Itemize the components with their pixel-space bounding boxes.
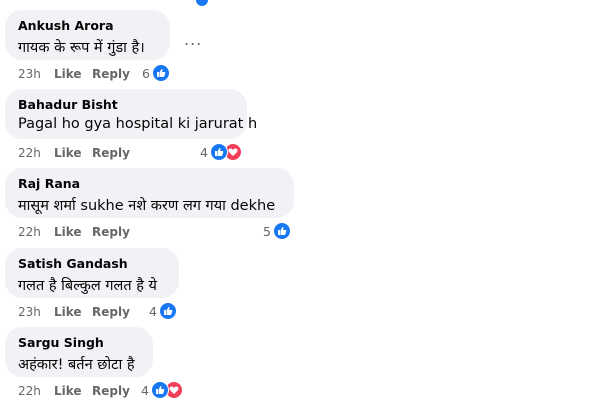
comment-bubble: Raj Rana मासूम शर्मा sukhe नशे करण लग गय… — [5, 168, 294, 218]
reaction-count: 4 — [149, 303, 157, 319]
comment-text: अहंकार! बर्तन छोटा है — [18, 357, 135, 373]
comment-author[interactable]: Ankush Arora — [18, 18, 114, 33]
comment-text: Pagal ho gya hospital ki jarurat h — [18, 116, 258, 132]
comment-author[interactable]: Satish Gandash — [18, 256, 128, 271]
comment-timestamp[interactable]: 23h — [18, 67, 41, 81]
like-reaction-icon — [150, 381, 169, 399]
like-reaction-icon — [272, 222, 291, 240]
reaction-summary[interactable]: 6 — [142, 64, 170, 82]
like-button[interactable]: Like — [54, 146, 82, 160]
like-button[interactable]: Like — [54, 67, 82, 81]
like-button[interactable]: Like — [54, 305, 82, 319]
comment-author[interactable]: Bahadur Bisht — [18, 97, 118, 112]
reply-button[interactable]: Reply — [92, 225, 130, 239]
comment-text: गायक के रूप में गुंडा है। — [18, 40, 145, 56]
like-reaction-icon — [158, 302, 177, 320]
reaction-count: 6 — [142, 65, 150, 81]
reaction-summary[interactable]: 5 — [263, 222, 291, 240]
more-options-icon[interactable]: ... — [184, 30, 202, 49]
like-icon — [196, 0, 208, 6]
reply-button[interactable]: Reply — [92, 146, 130, 160]
comment-timestamp[interactable]: 23h — [18, 305, 41, 319]
comment-bubble: Satish Gandash गलत है बिल्कुल गलत है ये — [5, 248, 179, 298]
comment-timestamp[interactable]: 22h — [18, 146, 41, 160]
comments-thread: Ankush Arora गायक के रूप में गुंडा है। .… — [0, 0, 600, 400]
like-reaction-icon — [151, 64, 170, 82]
like-button[interactable]: Like — [54, 225, 82, 239]
reaction-summary[interactable]: 4 — [141, 381, 183, 399]
reaction-count: 5 — [263, 223, 271, 239]
comment-bubble: Sargu Singh अहंकार! बर्तन छोटा है — [5, 327, 153, 377]
comment-text: गलत है बिल्कुल गलत है ये — [18, 278, 157, 294]
comment-timestamp[interactable]: 22h — [18, 384, 41, 398]
comment-author[interactable]: Raj Rana — [18, 176, 80, 191]
like-button[interactable]: Like — [54, 384, 82, 398]
comment-bubble: Ankush Arora गायक के रूप में गुंडा है। — [5, 10, 170, 60]
reaction-count: 4 — [200, 144, 208, 160]
reaction-summary[interactable]: 4 — [200, 143, 242, 161]
comment-bubble: Bahadur Bisht Pagal ho gya hospital ki j… — [5, 89, 257, 139]
comment-text: मासूम शर्मा sukhe नशे करण लग गया dekhe — [18, 198, 276, 214]
comment-timestamp[interactable]: 22h — [18, 225, 41, 239]
reply-button[interactable]: Reply — [92, 305, 130, 319]
reply-button[interactable]: Reply — [92, 67, 130, 81]
reaction-count: 4 — [141, 382, 149, 398]
like-reaction-icon — [209, 143, 228, 161]
reaction-summary[interactable]: 4 — [149, 302, 177, 320]
comment-author[interactable]: Sargu Singh — [18, 335, 104, 350]
reply-button[interactable]: Reply — [92, 384, 130, 398]
